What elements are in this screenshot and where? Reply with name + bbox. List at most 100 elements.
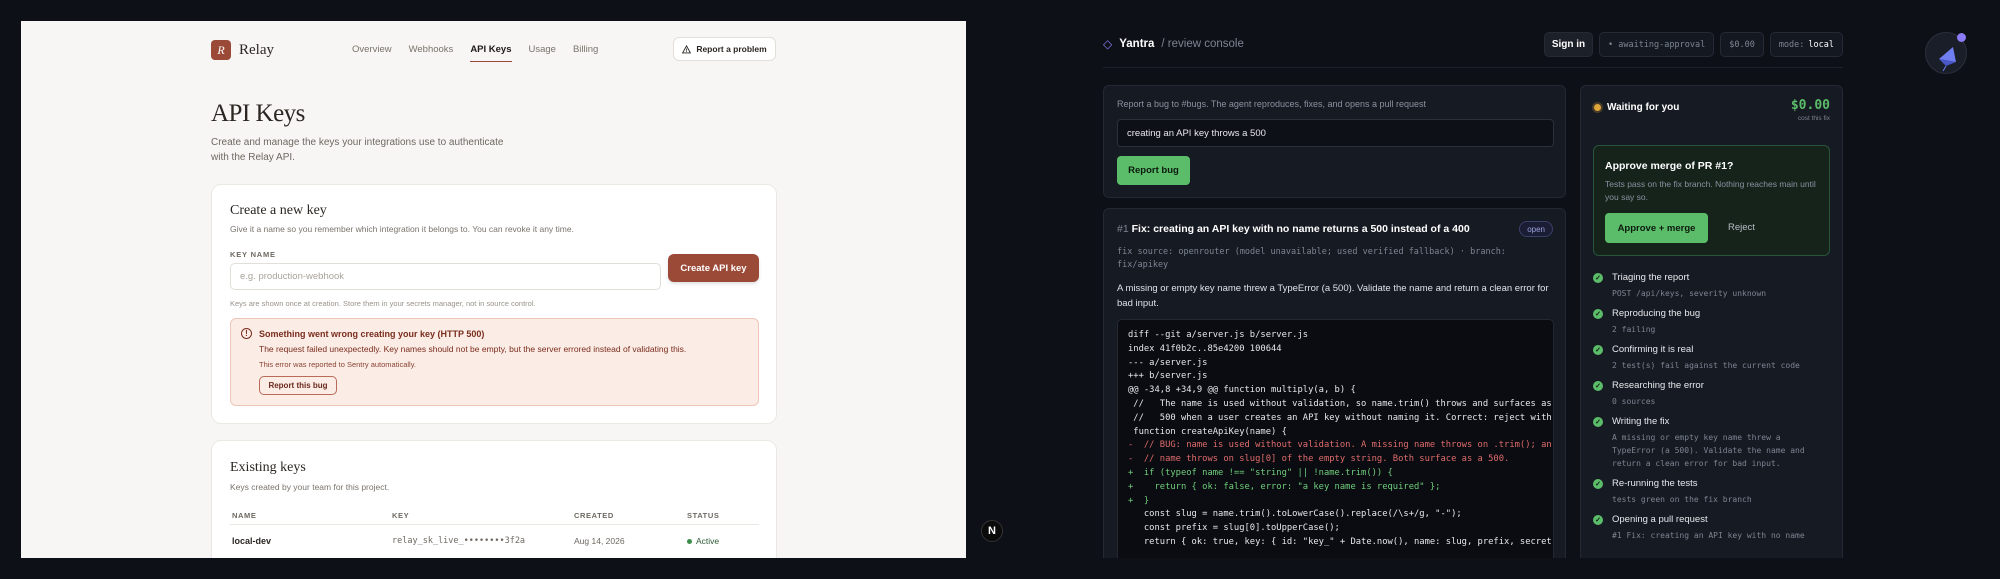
- diff-line: --- a/server.js: [1128, 357, 1208, 368]
- sign-in-button[interactable]: Sign in: [1543, 32, 1593, 57]
- diff-line: - // BUG: name is used without validatio…: [1128, 440, 1554, 451]
- report-problem-button[interactable]: Report a problem: [673, 37, 776, 61]
- page-title: API Keys: [211, 100, 305, 127]
- step-detail: POST /api/keys, severity unknown: [1612, 289, 1767, 298]
- diff-line: - // name throws on slug[0] of the empty…: [1128, 454, 1510, 465]
- nav-overview[interactable]: Overview: [352, 44, 392, 62]
- top-bar-controls: Sign in • awaiting-approval $0.00 mode: l…: [1543, 32, 1843, 57]
- yantra-console: ◇ Yantra / review console Sign in • awai…: [1103, 21, 1843, 558]
- key-status-cell: Active: [687, 536, 719, 546]
- table-row[interactable]: local-dev relay_sk_live_••••••••3f2a Aug…: [230, 527, 759, 555]
- diff-line: const slug = name.trim().toLowerCase().r…: [1128, 509, 1462, 520]
- pr-meta: fix source: openrouter (model unavailabl…: [1117, 247, 1506, 270]
- brand-name: Yantra: [1119, 38, 1155, 50]
- report-this-bug-button[interactable]: Report this bug: [259, 376, 337, 395]
- step-detail: #1 Fix: creating an API key with no name: [1612, 531, 1805, 540]
- check-icon: ✓: [1593, 479, 1603, 489]
- step-detail: 2 failing: [1612, 325, 1656, 334]
- relay-app-window: R Relay Overview Webhooks API Keys Usage…: [21, 21, 966, 558]
- approve-body: Tests pass on the fix branch. Nothing re…: [1605, 179, 1816, 202]
- error-icon: !: [241, 328, 252, 339]
- diff-line: @@ -34,8 +34,9 @@ function multiply(a, b…: [1128, 385, 1356, 396]
- existing-keys-description: Keys created by your team for this proje…: [230, 482, 390, 492]
- key-name-label: KEY NAME: [230, 250, 276, 259]
- step-title: Confirming it is real: [1612, 344, 1694, 355]
- waiting-label: Waiting for you: [1607, 102, 1680, 113]
- mode-value: local: [1808, 39, 1834, 50]
- step-detail: A missing or empty key name threw a Type…: [1612, 433, 1805, 468]
- column-key: KEY: [392, 511, 410, 520]
- waiting-dot-icon: [1594, 104, 1601, 111]
- nextjs-dev-badge[interactable]: N: [981, 520, 1003, 542]
- step-detail: tests green on the fix branch: [1612, 495, 1752, 504]
- create-key-title: Create a new key: [230, 203, 327, 218]
- diff-line: return { ok: true, key: { id: "key_" + D…: [1128, 536, 1554, 547]
- pr-state-badge: open: [1519, 221, 1553, 237]
- step-title: Re-running the tests: [1612, 478, 1698, 489]
- diff-line: // 500 when a user creates an API key wi…: [1128, 412, 1554, 423]
- relay-logo[interactable]: R Relay: [211, 40, 274, 60]
- pull-request-panel: #1 Fix: creating an API key with no name…: [1103, 208, 1566, 558]
- report-bug-label: Report a bug to #bugs. The agent reprodu…: [1117, 99, 1427, 109]
- key-name-cell: local-dev: [232, 536, 272, 546]
- diff-line: + return { ok: false, error: "a key name…: [1128, 481, 1441, 492]
- nav-api-keys[interactable]: API Keys: [470, 44, 512, 62]
- check-icon: ✓: [1593, 345, 1603, 355]
- fix-cost: $0.00: [1790, 98, 1830, 113]
- diff-line: + if (typeof name !== "string" || !name.…: [1128, 467, 1393, 478]
- reject-button[interactable]: Reject: [1728, 222, 1755, 233]
- approval-sidebar: Waiting for you $0.00 cost this fix Appr…: [1580, 85, 1843, 558]
- approve-merge-button[interactable]: Approve + merge: [1605, 213, 1708, 243]
- column-status: STATUS: [687, 511, 720, 520]
- approve-title: Approve merge of PR #1?: [1605, 160, 1734, 172]
- error-body: The request failed unexpectedly. Key nam…: [259, 344, 687, 354]
- step-title: Researching the error: [1612, 380, 1704, 391]
- error-alert: ! Something went wrong creating your key…: [230, 318, 759, 406]
- nav-billing[interactable]: Billing: [573, 44, 598, 62]
- nav-webhooks[interactable]: Webhooks: [409, 44, 454, 62]
- check-icon: ✓: [1593, 417, 1603, 427]
- diff-line: // The name is used without validation, …: [1128, 398, 1554, 409]
- relay-logo-text: Relay: [239, 41, 274, 58]
- diff-line: +++ b/server.js: [1128, 371, 1208, 382]
- existing-keys-card: Existing keys Keys created by your team …: [211, 440, 777, 558]
- nav-usage[interactable]: Usage: [529, 44, 556, 62]
- check-icon: ✓: [1593, 273, 1603, 283]
- step-detail: 0 sources: [1612, 397, 1656, 406]
- bug-report-input[interactable]: [1117, 119, 1554, 147]
- check-icon: ✓: [1593, 309, 1603, 319]
- report-bug-button[interactable]: Report bug: [1117, 156, 1190, 185]
- existing-keys-title: Existing keys: [230, 460, 306, 475]
- fix-cost-label: cost this fix: [1797, 115, 1830, 122]
- create-key-description: Give it a name so you remember which int…: [230, 224, 574, 234]
- page-subtitle: Create and manage the keys your integrat…: [211, 137, 504, 163]
- step-detail: 2 test(s) fail against the current code: [1612, 361, 1800, 370]
- brand-subtitle: / review console: [1161, 38, 1244, 50]
- error-note: This error was reported to Sentry automa…: [259, 360, 417, 369]
- key-status-label: Active: [696, 536, 720, 546]
- diff-viewer[interactable]: diff --git a/server.js b/server.js index …: [1117, 319, 1554, 558]
- notification-dot: [1957, 33, 1966, 42]
- diff-line: diff --git a/server.js b/server.js: [1128, 330, 1309, 340]
- pr-title-text[interactable]: Fix: creating an API key with no name re…: [1132, 223, 1470, 235]
- yantra-brand: ◇ Yantra / review console: [1103, 37, 1244, 51]
- relay-logo-mark: R: [211, 40, 231, 60]
- step-title: Opening a pull request: [1612, 514, 1708, 525]
- diff-line: const prefix = slug[0].toUpperCase();: [1128, 523, 1340, 534]
- column-created: CREATED: [574, 511, 614, 520]
- keys-table-header: NAME KEY CREATED STATUS: [230, 507, 759, 525]
- report-bug-panel: Report a bug to #bugs. The agent reprodu…: [1103, 85, 1566, 198]
- key-value-cell: relay_sk_live_••••••••3f2a: [392, 536, 526, 546]
- pr-number: #1: [1117, 223, 1129, 235]
- step-title: Writing the fix: [1612, 416, 1670, 427]
- diff-line: + }: [1128, 495, 1150, 506]
- active-status-dot: [687, 539, 692, 545]
- diff-line: index 41f0b2c..85e4200 100644: [1128, 343, 1282, 354]
- pr-title: #1 Fix: creating an API key with no name…: [1117, 223, 1470, 235]
- step-title: Reproducing the bug: [1612, 308, 1701, 319]
- waiting-status: Waiting for you: [1594, 102, 1679, 113]
- create-api-key-button[interactable]: Create API key: [668, 254, 759, 282]
- report-problem-label: Report a problem: [696, 44, 767, 54]
- step-title: Triaging the report: [1612, 272, 1690, 283]
- key-name-input[interactable]: [230, 263, 661, 290]
